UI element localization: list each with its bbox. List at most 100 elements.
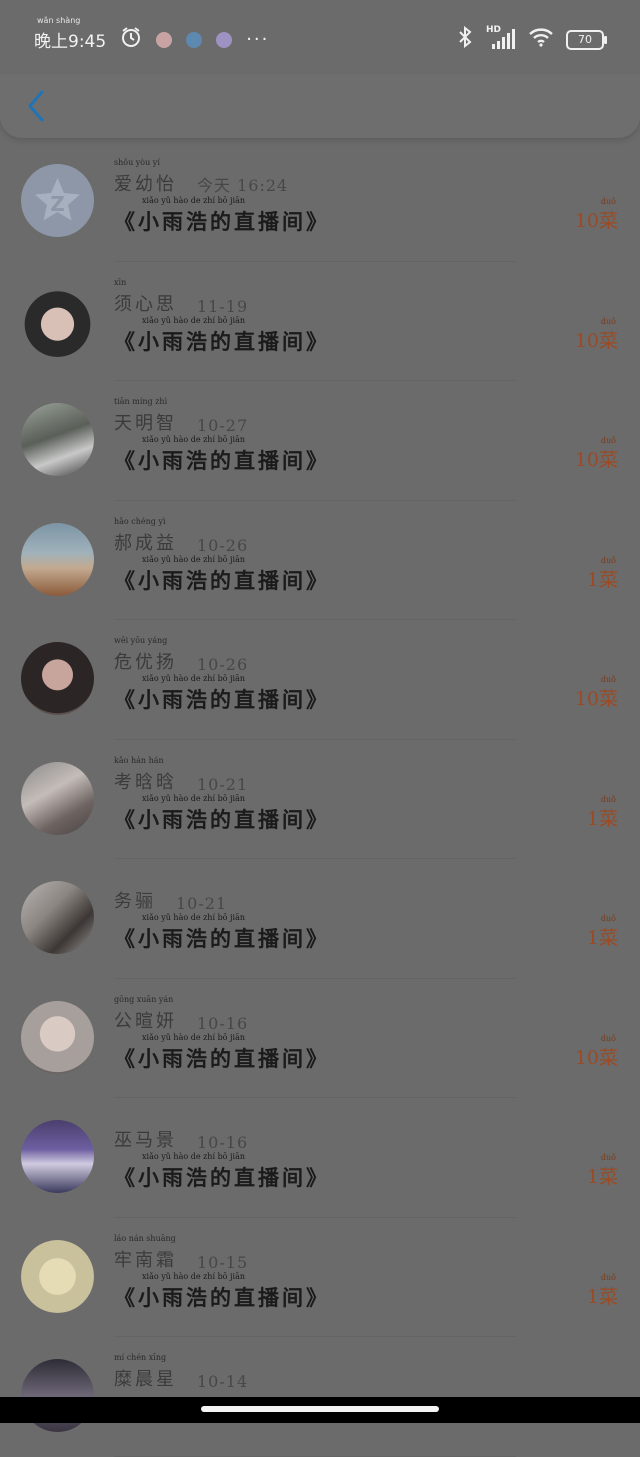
- gift-count: duǒ 1菜: [587, 1153, 618, 1189]
- more-notifications-icon: ···: [246, 29, 270, 50]
- sender-name-ruby: tiān míng zhì: [114, 397, 168, 406]
- svg-text:Z: Z: [50, 192, 65, 216]
- avatar[interactable]: [21, 881, 94, 954]
- avatar[interactable]: [21, 283, 94, 357]
- sender-name: kǎo hán hán 考晗晗: [114, 756, 177, 794]
- top-nav-bar: [0, 74, 640, 138]
- gift-count-text: 1菜: [586, 1285, 618, 1308]
- record-date: 10-15: [197, 1252, 249, 1272]
- app-notification-icon: [186, 31, 203, 48]
- gift-record-row[interactable]: 务骊 10-21 xiǎo yǔ hào de zhí bō jiān 《小雨浩的直播…: [0, 859, 640, 979]
- record-date: 10-21: [176, 894, 228, 913]
- gift-count-text: 10菜: [574, 449, 618, 471]
- live-room-title-ruby: xiǎo yǔ hào de zhí bō jiān: [142, 554, 246, 564]
- gift-count-ruby: duǒ: [600, 1153, 616, 1162]
- gift-count: duǒ 10菜: [575, 317, 618, 353]
- gift-count-text: 1菜: [586, 568, 618, 591]
- sender-name-text: 公暄妍: [114, 1010, 177, 1032]
- record-date: 10-14: [197, 1372, 249, 1391]
- gift-count-ruby: duǒ: [600, 794, 616, 804]
- sender-name-text: 考晗晗: [114, 771, 177, 793]
- live-room-title-ruby: xiǎo yǔ hào de zhí bō jiān: [142, 793, 246, 803]
- avatar[interactable]: Z: [21, 164, 94, 237]
- gift-count-ruby: duǒ: [600, 914, 616, 923]
- record-meta: 巫马景 10-16: [114, 1126, 248, 1152]
- record-meta: kǎo hán hán 考晗晗 10-21: [114, 756, 249, 794]
- gift-count-ruby: duǒ: [600, 555, 616, 565]
- back-button[interactable]: [22, 86, 62, 126]
- record-meta: láo nán shuāng 牢南霜 10-15: [114, 1234, 249, 1272]
- gesture-bar: [0, 1397, 640, 1423]
- gift-count: duǒ 10菜: [574, 197, 618, 233]
- gift-count-ruby: duǒ: [600, 1033, 616, 1043]
- live-room-title-text: 《小雨浩的直播间》: [114, 806, 330, 832]
- sender-name: 巫马景: [114, 1126, 177, 1152]
- gift-count-ruby: duǒ: [600, 197, 616, 206]
- avatar[interactable]: [21, 1000, 94, 1074]
- gift-count-text: 10菜: [574, 688, 618, 710]
- sender-name: mí chén xīng 糜晨星: [114, 1353, 177, 1391]
- sender-name: wēi yōu yáng 危优扬: [114, 636, 177, 674]
- live-room-title-ruby: xiǎo yǔ hào de zhí bō jiān: [142, 913, 246, 922]
- record-meta: xīn 须心思 11-19: [114, 278, 248, 316]
- live-room-title-text: 《小雨浩的直播间》: [114, 1045, 330, 1071]
- gift-record-row[interactable]: tiān míng zhì 天明智 10-27 xiǎo yǔ hào de zhí …: [0, 381, 640, 501]
- status-time: wǎn shàng 晚上9:45: [34, 16, 106, 52]
- record-meta: mí chén xīng 糜晨星 10-14: [114, 1353, 249, 1391]
- app-notification-icon: [216, 31, 233, 48]
- alarm-icon: [120, 26, 142, 53]
- gift-record-row[interactable]: 巫马景 10-16 xiǎo yǔ hào de zhí bō jiān 《小雨浩的直…: [0, 1098, 640, 1218]
- avatar[interactable]: [21, 761, 94, 835]
- record-meta: gōng xuān yán 公暄妍 10-16: [114, 995, 249, 1033]
- sender-name-text: 巫马景: [114, 1130, 177, 1151]
- gift-record-row[interactable]: Zshǒu yòu yí 爱幼怡 今天 16:24 xiǎo yǔ hào de zh…: [0, 142, 640, 262]
- sender-name-ruby: hǎo chéng yì: [114, 516, 166, 526]
- row-divider: [114, 1455, 516, 1457]
- avatar[interactable]: [21, 403, 94, 476]
- gift-record-row[interactable]: láo nán shuāng 牢南霜 10-15 xiǎo yǔ hào de zhí…: [0, 1218, 640, 1337]
- avatar[interactable]: [21, 642, 94, 715]
- sender-name: shǒu yòu yí 爱幼怡: [114, 158, 177, 196]
- gift-record-row[interactable]: kǎo hán hán 考晗晗 10-21 xiǎo yǔ hào de zhí bō…: [0, 740, 640, 859]
- record-meta: hǎo chéng yì 郝成益 10-26: [114, 517, 248, 555]
- sender-name-text: 天明智: [114, 413, 177, 434]
- home-indicator[interactable]: [201, 1406, 439, 1412]
- record-date: 今天 16:24: [197, 176, 289, 195]
- live-room-title-text: 《小雨浩的直播间》: [114, 567, 330, 593]
- gift-count-ruby: duǒ: [600, 316, 616, 326]
- app-notification-icon: [156, 31, 173, 48]
- live-room-title: xiǎo yǔ hào de zhí bō jiān 《小雨浩的直播间》: [114, 913, 330, 953]
- qq-star-icon: Z: [35, 178, 80, 221]
- gift-count-text: 1菜: [586, 807, 618, 830]
- live-room-title-ruby: xiǎo yǔ hào de zhí bō jiān: [142, 196, 246, 205]
- gift-record-row[interactable]: gōng xuān yán 公暄妍 10-16 xiǎo yǔ hào de zhí …: [0, 979, 640, 1098]
- record-date: 10-16: [197, 1133, 249, 1152]
- record-meta: wēi yōu yáng 危优扬 10-26: [114, 636, 248, 674]
- avatar[interactable]: [21, 1239, 94, 1313]
- gift-record-row[interactable]: hǎo chéng yì 郝成益 10-26 xiǎo yǔ hào de zhí b…: [0, 501, 640, 620]
- sender-name-text: 郝成益: [114, 532, 177, 554]
- avatar[interactable]: [21, 522, 94, 596]
- gift-count-ruby: duǒ: [600, 675, 616, 684]
- sender-name: láo nán shuāng 牢南霜: [114, 1234, 177, 1272]
- gift-count-text: 10菜: [574, 210, 618, 232]
- gift-count-text: 10菜: [574, 1046, 618, 1069]
- live-room-title-ruby: xiǎo yǔ hào de zhí bō jiān: [142, 1152, 246, 1161]
- live-room-title-ruby: xiǎo yǔ hào de zhí bō jiān: [142, 435, 246, 444]
- live-room-title-ruby: xiǎo yǔ hào de zhí bō jiān: [142, 1271, 246, 1281]
- gift-count: duǒ 10菜: [574, 436, 618, 472]
- record-date: 10-27: [197, 416, 249, 435]
- battery-icon: 70: [566, 29, 607, 50]
- gift-record-row[interactable]: wēi yōu yáng 危优扬 10-26 xiǎo yǔ hào de zhí b…: [0, 620, 640, 740]
- live-room-title-ruby: xiǎo yǔ hào de zhí bō jiān: [142, 1032, 246, 1042]
- record-date: 10-21: [197, 774, 249, 794]
- avatar[interactable]: [21, 1120, 94, 1193]
- live-room-title-text: 《小雨浩的直播间》: [114, 687, 330, 712]
- sender-name-ruby: xīn: [114, 277, 127, 287]
- live-room-title: xiǎo yǔ hào de zhí bō jiān 《小雨浩的直播间》: [114, 555, 330, 595]
- record-date: 10-16: [197, 1013, 249, 1033]
- gift-record-row[interactable]: xīn 须心思 11-19 xiǎo yǔ hào de zhí bō jiān 《小雨…: [0, 262, 640, 381]
- status-bar: wǎn shàng 晚上9:45 ··· HD 70: [0, 0, 640, 74]
- live-room-title: xiǎo yǔ hào de zhí bō jiān 《小雨浩的直播间》: [114, 1272, 330, 1312]
- battery-level: 70: [578, 33, 592, 46]
